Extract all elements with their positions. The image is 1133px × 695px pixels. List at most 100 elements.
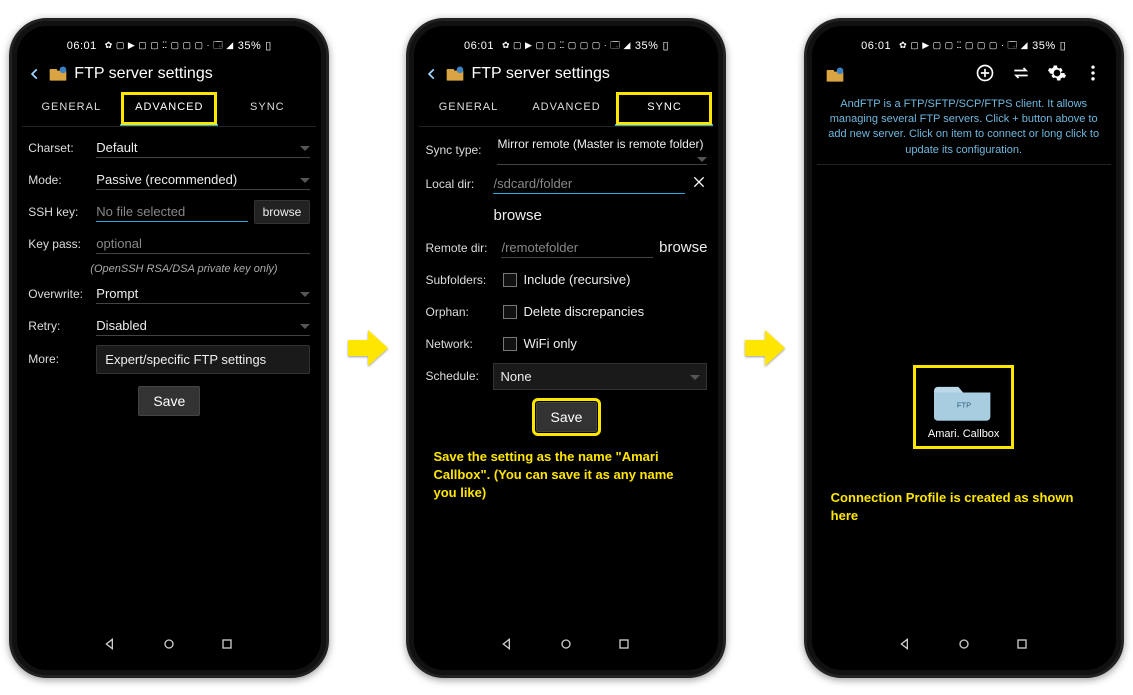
retry-label: Retry: xyxy=(28,319,90,333)
app-icon xyxy=(445,64,465,84)
charset-label: Charset: xyxy=(28,141,90,155)
android-navbar xyxy=(817,631,1111,661)
localdir-browse[interactable]: browse xyxy=(493,207,541,224)
tabs: GENERAL ADVANCED SYNC xyxy=(419,91,713,127)
nav-back-icon[interactable] xyxy=(500,636,516,655)
status-battery: 35% xyxy=(635,40,659,52)
more-label: More: xyxy=(28,352,90,366)
add-icon[interactable] xyxy=(975,63,995,86)
schedule-label: Schedule: xyxy=(425,369,487,383)
battery-icon: ▯ xyxy=(1060,39,1067,52)
nav-back-icon[interactable] xyxy=(103,636,119,655)
subfolders-text: Include (recursive) xyxy=(523,272,630,287)
main-toolbar xyxy=(817,57,1111,93)
phone-frame-3: 06:01 ✿ ▢ ▶ ▢ ▢ ⵆ ▢ ▢ ▢ · 🗔 ◢ 35% ▯ AndF… xyxy=(804,18,1124,678)
nav-home-icon[interactable] xyxy=(161,636,177,655)
phone-frame-1: 06:01 ✿ ▢ ▶ ▢ ▢ ⵆ ▢ ▢ ▢ · 🗔 ◢ 35% ▯ FTP … xyxy=(9,18,329,678)
step-arrow-icon xyxy=(745,328,785,368)
folder-icon: FTP xyxy=(934,376,994,424)
status-bar: 06:01 ✿ ▢ ▶ ▢ ▢ ⵆ ▢ ▢ ▢ · 🗔 ◢ 35% ▯ xyxy=(22,35,316,57)
tab-advanced[interactable]: ADVANCED xyxy=(517,91,615,126)
keypass-note: (OpenSSH RSA/DSA private key only) xyxy=(90,263,310,275)
more-button[interactable]: Expert/specific FTP settings xyxy=(96,345,310,374)
orphan-label: Orphan: xyxy=(425,305,497,319)
tab-sync[interactable]: SYNC xyxy=(218,91,316,126)
phone-frame-2: 06:01 ✿ ▢ ▶ ▢ ▢ ⵆ ▢ ▢ ▢ · 🗔 ◢ 35% ▯ FTP … xyxy=(406,18,726,678)
overwrite-select[interactable]: Prompt xyxy=(96,284,310,304)
app-icon xyxy=(48,64,68,84)
status-indicators: ✿ ▢ ▶ ▢ ▢ ⵆ ▢ ▢ ▢ · 🗔 ◢ xyxy=(502,38,631,54)
overflow-icon[interactable] xyxy=(1083,63,1103,86)
network-checkbox[interactable] xyxy=(503,337,517,351)
tab-general[interactable]: GENERAL xyxy=(22,91,120,126)
page-title: FTP server settings xyxy=(74,65,212,83)
status-battery: 35% xyxy=(238,40,262,52)
battery-icon: ▯ xyxy=(662,39,669,52)
settings-icon[interactable] xyxy=(1047,63,1067,86)
status-time: 06:01 xyxy=(67,40,97,52)
save-button[interactable]: Save xyxy=(536,402,598,432)
orphan-checkbox[interactable] xyxy=(503,305,517,319)
transfer-icon[interactable] xyxy=(1011,63,1031,86)
keypass-input[interactable]: optional xyxy=(96,234,310,254)
battery-icon: ▯ xyxy=(265,39,272,52)
nav-home-icon[interactable] xyxy=(956,636,972,655)
sshkey-browse-button[interactable]: browse xyxy=(254,200,311,224)
schedule-select[interactable]: None xyxy=(493,363,707,390)
synctype-label: Sync type: xyxy=(425,143,491,157)
sync-form: Sync type: Mirror remote (Master is remo… xyxy=(419,127,713,438)
step-arrow-icon xyxy=(348,328,388,368)
localdir-label: Local dir: xyxy=(425,177,487,191)
charset-select[interactable]: Default xyxy=(96,138,310,158)
status-battery: 35% xyxy=(1032,40,1056,52)
nav-recent-icon[interactable] xyxy=(616,636,632,655)
status-time: 06:01 xyxy=(464,40,494,52)
svg-text:FTP: FTP xyxy=(957,401,971,410)
overwrite-label: Overwrite: xyxy=(28,287,90,301)
android-navbar xyxy=(22,631,316,661)
app-icon xyxy=(825,65,845,85)
nav-recent-icon[interactable] xyxy=(1014,636,1030,655)
network-text: WiFi only xyxy=(523,336,576,351)
back-icon[interactable] xyxy=(425,67,439,81)
nav-home-icon[interactable] xyxy=(558,636,574,655)
nav-recent-icon[interactable] xyxy=(219,636,235,655)
annotation-text: Connection Profile is created as shown h… xyxy=(817,479,1111,535)
tab-advanced[interactable]: ADVANCED xyxy=(120,91,218,126)
clear-icon[interactable] xyxy=(691,174,707,193)
page-title: FTP server settings xyxy=(471,65,609,83)
mode-select[interactable]: Passive (recommended) xyxy=(96,170,310,190)
tab-general[interactable]: GENERAL xyxy=(419,91,517,126)
remotedir-label: Remote dir: xyxy=(425,241,495,255)
tab-sync[interactable]: SYNC xyxy=(615,91,713,126)
synctype-select[interactable]: Mirror remote (Master is remote folder) xyxy=(497,135,707,165)
annotation-text: Save the setting as the name "Amari Call… xyxy=(419,438,713,513)
sshkey-label: SSH key: xyxy=(28,205,90,219)
keypass-label: Key pass: xyxy=(28,237,90,251)
subfolders-label: Subfolders: xyxy=(425,273,497,287)
nav-back-icon[interactable] xyxy=(898,636,914,655)
network-label: Network: xyxy=(425,337,497,351)
titlebar: FTP server settings xyxy=(419,57,713,91)
orphan-text: Delete discrepancies xyxy=(523,304,644,319)
status-bar: 06:01 ✿ ▢ ▶ ▢ ▢ ⵆ ▢ ▢ ▢ · 🗔 ◢ 35% ▯ xyxy=(817,35,1111,57)
back-icon[interactable] xyxy=(28,67,42,81)
save-button[interactable]: Save xyxy=(138,386,200,416)
advanced-form: Charset: Default Mode: Passive (recommen… xyxy=(22,127,316,422)
titlebar: FTP server settings xyxy=(22,57,316,91)
android-navbar xyxy=(419,631,713,661)
retry-select[interactable]: Disabled xyxy=(96,316,310,336)
status-time: 06:01 xyxy=(861,40,891,52)
sshkey-input[interactable]: No file selected xyxy=(96,202,247,222)
status-indicators: ✿ ▢ ▶ ▢ ▢ ⵆ ▢ ▢ ▢ · 🗔 ◢ xyxy=(899,38,1028,54)
status-indicators: ✿ ▢ ▶ ▢ ▢ ⵆ ▢ ▢ ▢ · 🗔 ◢ xyxy=(105,38,234,54)
intro-text: AndFTP is a FTP/SFTP/SCP/FTPS client. It… xyxy=(817,93,1111,166)
remotedir-browse[interactable]: browse xyxy=(659,239,707,256)
status-bar: 06:01 ✿ ▢ ▶ ▢ ▢ ⵆ ▢ ▢ ▢ · 🗔 ◢ 35% ▯ xyxy=(419,35,713,57)
profile-name: Amari. Callbox xyxy=(928,428,1000,440)
localdir-input[interactable]: /sdcard/folder xyxy=(493,174,685,194)
connection-profile[interactable]: FTP Amari. Callbox xyxy=(913,365,1015,449)
remotedir-input[interactable]: /remotefolder xyxy=(501,238,653,258)
mode-label: Mode: xyxy=(28,173,90,187)
subfolders-checkbox[interactable] xyxy=(503,273,517,287)
